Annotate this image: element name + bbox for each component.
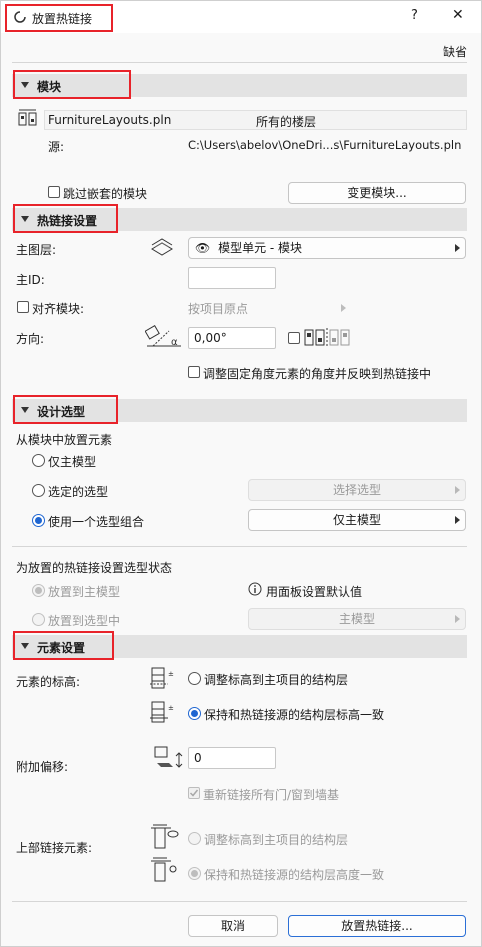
option-combination-dropdown[interactable]: 仅主模型 (248, 509, 466, 531)
layer-icon (149, 238, 175, 259)
align-module-checkbox[interactable] (17, 301, 29, 313)
svg-text:±: ± (168, 704, 174, 712)
top-link-keep-label: 保持和热链接源的结构层高度一致 (204, 868, 385, 882)
visibility-eye-icon: 👁 (195, 241, 211, 255)
module-file-icon (18, 109, 38, 130)
rotation-angle-icon: α (144, 324, 183, 352)
cancel-button[interactable]: 取消 (188, 915, 278, 937)
place-hotlink-button[interactable]: 放置热链接... (288, 915, 466, 937)
selected-option-label: 选定的选型 (48, 485, 109, 499)
default-settings-label[interactable]: 缺省 (443, 43, 467, 60)
mirror-checkbox[interactable] (288, 332, 300, 344)
status-main-model-radio[interactable] (32, 584, 45, 597)
elev-keep-label: 保持和热链接源的结构层标高一致 (204, 708, 385, 722)
offset-field[interactable]: 0 (188, 747, 276, 769)
section-hotlink-settings-title: 热链接设置 (37, 214, 98, 228)
elevation-keep-icon: ± (150, 700, 178, 727)
option-status-label: 为放置的热链接设置选型状态 (16, 561, 173, 575)
mirror-module-icon (303, 326, 351, 351)
status-main-model-label: 放置到主模型 (48, 585, 121, 599)
elev-adjust-label: 调整标高到主项目的结构层 (204, 673, 349, 687)
dropdown-arrow-icon (455, 516, 460, 524)
info-icon (248, 582, 262, 599)
master-layer-label: 主图层: (16, 243, 57, 257)
skip-nested-label: 跳过嵌套的模块 (63, 187, 148, 201)
top-link-keep-radio[interactable] (188, 867, 201, 880)
top-link-adjust-label: 调整标高到主项目的结构层 (204, 833, 349, 847)
window-title: 放置热链接 (32, 12, 93, 26)
relink-doors-label: 重新链接所有门/窗到墙基 (203, 788, 340, 802)
status-into-option-radio[interactable] (32, 613, 45, 626)
footer-divider (12, 901, 467, 902)
elev-adjust-radio[interactable] (188, 672, 201, 685)
module-file-name: FurnitureLayouts.pln (48, 113, 172, 127)
panel-default-label: 用面板设置默认值 (266, 585, 363, 599)
option-combination-label: 使用一个选型组合 (48, 515, 145, 529)
main-model-only-label: 仅主模型 (48, 455, 97, 469)
dropdown-arrow-icon (455, 486, 460, 494)
dropdown-arrow-icon (455, 615, 460, 623)
top-link-adjust-icon (151, 824, 181, 853)
skip-nested-checkbox[interactable] (48, 186, 60, 198)
master-layer-value: 模型单元 - 模块 (218, 241, 303, 255)
status-into-option-label: 放置到选型中 (48, 614, 121, 628)
section-design-options-title: 设计选型 (37, 405, 86, 419)
divider (12, 62, 467, 63)
adjust-angle-label: 调整固定角度元素的角度并反映到热链接中 (203, 367, 432, 381)
element-elevation-label: 元素的标高: (16, 675, 81, 689)
top-link-adjust-radio[interactable] (188, 832, 201, 845)
status-option-value: 主模型 (338, 612, 375, 626)
divider (12, 546, 467, 547)
orientation-field[interactable]: 0,00° (188, 327, 276, 349)
source-label: 源: (48, 140, 65, 154)
section-module-header[interactable]: 模块 (12, 74, 467, 97)
source-path: C:\Users\abelov\OneDri...s\FurnitureLayo… (188, 138, 462, 152)
status-option-dropdown[interactable]: 主模型 (248, 608, 466, 630)
hotlink-spinner-icon (14, 11, 26, 26)
option-combination-value: 仅主模型 (332, 513, 381, 527)
collapse-triangle-icon (21, 643, 29, 649)
title-bar: 放置热链接 ? ✕ (1, 1, 481, 33)
align-module-label: 对齐模块: (32, 302, 85, 316)
main-model-only-radio[interactable] (32, 454, 45, 467)
section-hotlink-settings-header[interactable]: 热链接设置 (12, 208, 467, 231)
master-id-label: 主ID: (16, 273, 45, 287)
section-element-settings-header[interactable]: 元素设置 (12, 635, 467, 658)
section-module-title: 模块 (37, 80, 62, 94)
close-button[interactable]: ✕ (452, 7, 464, 23)
svg-text:α: α (171, 337, 178, 348)
top-link-keep-icon (151, 857, 181, 886)
adjust-angle-checkbox[interactable] (188, 366, 200, 378)
orientation-label: 方向: (16, 332, 45, 346)
section-element-settings-title: 元素设置 (37, 641, 86, 655)
section-design-options-header[interactable]: 设计选型 (12, 399, 467, 422)
change-module-button[interactable]: 变更模块... (288, 182, 466, 204)
place-from-label: 从模块中放置元素 (16, 433, 113, 447)
master-layer-dropdown[interactable]: 👁 模型单元 - 模块 (188, 237, 466, 259)
dropdown-arrow-icon (455, 244, 460, 252)
top-link-label: 上部链接元素: (16, 841, 93, 855)
place-hotlink-dialog: 放置热链接 ? ✕ 缺省 模块 FurnitureLayouts.pln 所有的… (0, 0, 482, 947)
collapse-triangle-icon (21, 82, 29, 88)
relink-doors-checkbox[interactable] (188, 787, 200, 799)
collapse-triangle-icon (21, 407, 29, 413)
offset-label: 附加偏移: (16, 760, 69, 774)
master-id-field[interactable] (188, 267, 276, 289)
elevation-adjust-icon: ± (150, 666, 178, 693)
module-stories: 所有的楼层 (256, 115, 317, 129)
help-button[interactable]: ? (411, 8, 418, 23)
align-dropdown-arrow-icon[interactable] (341, 304, 346, 312)
choose-option-label: 选择选型 (332, 483, 381, 497)
selected-option-radio[interactable] (32, 484, 45, 497)
elev-keep-radio[interactable] (188, 707, 201, 720)
align-module-value[interactable]: 按项目原点 (188, 300, 248, 317)
svg-text:±: ± (168, 670, 174, 678)
choose-option-button[interactable]: 选择选型 (248, 479, 466, 501)
option-combination-radio[interactable] (32, 514, 45, 527)
collapse-triangle-icon (21, 216, 29, 222)
offset-icon (153, 745, 187, 772)
